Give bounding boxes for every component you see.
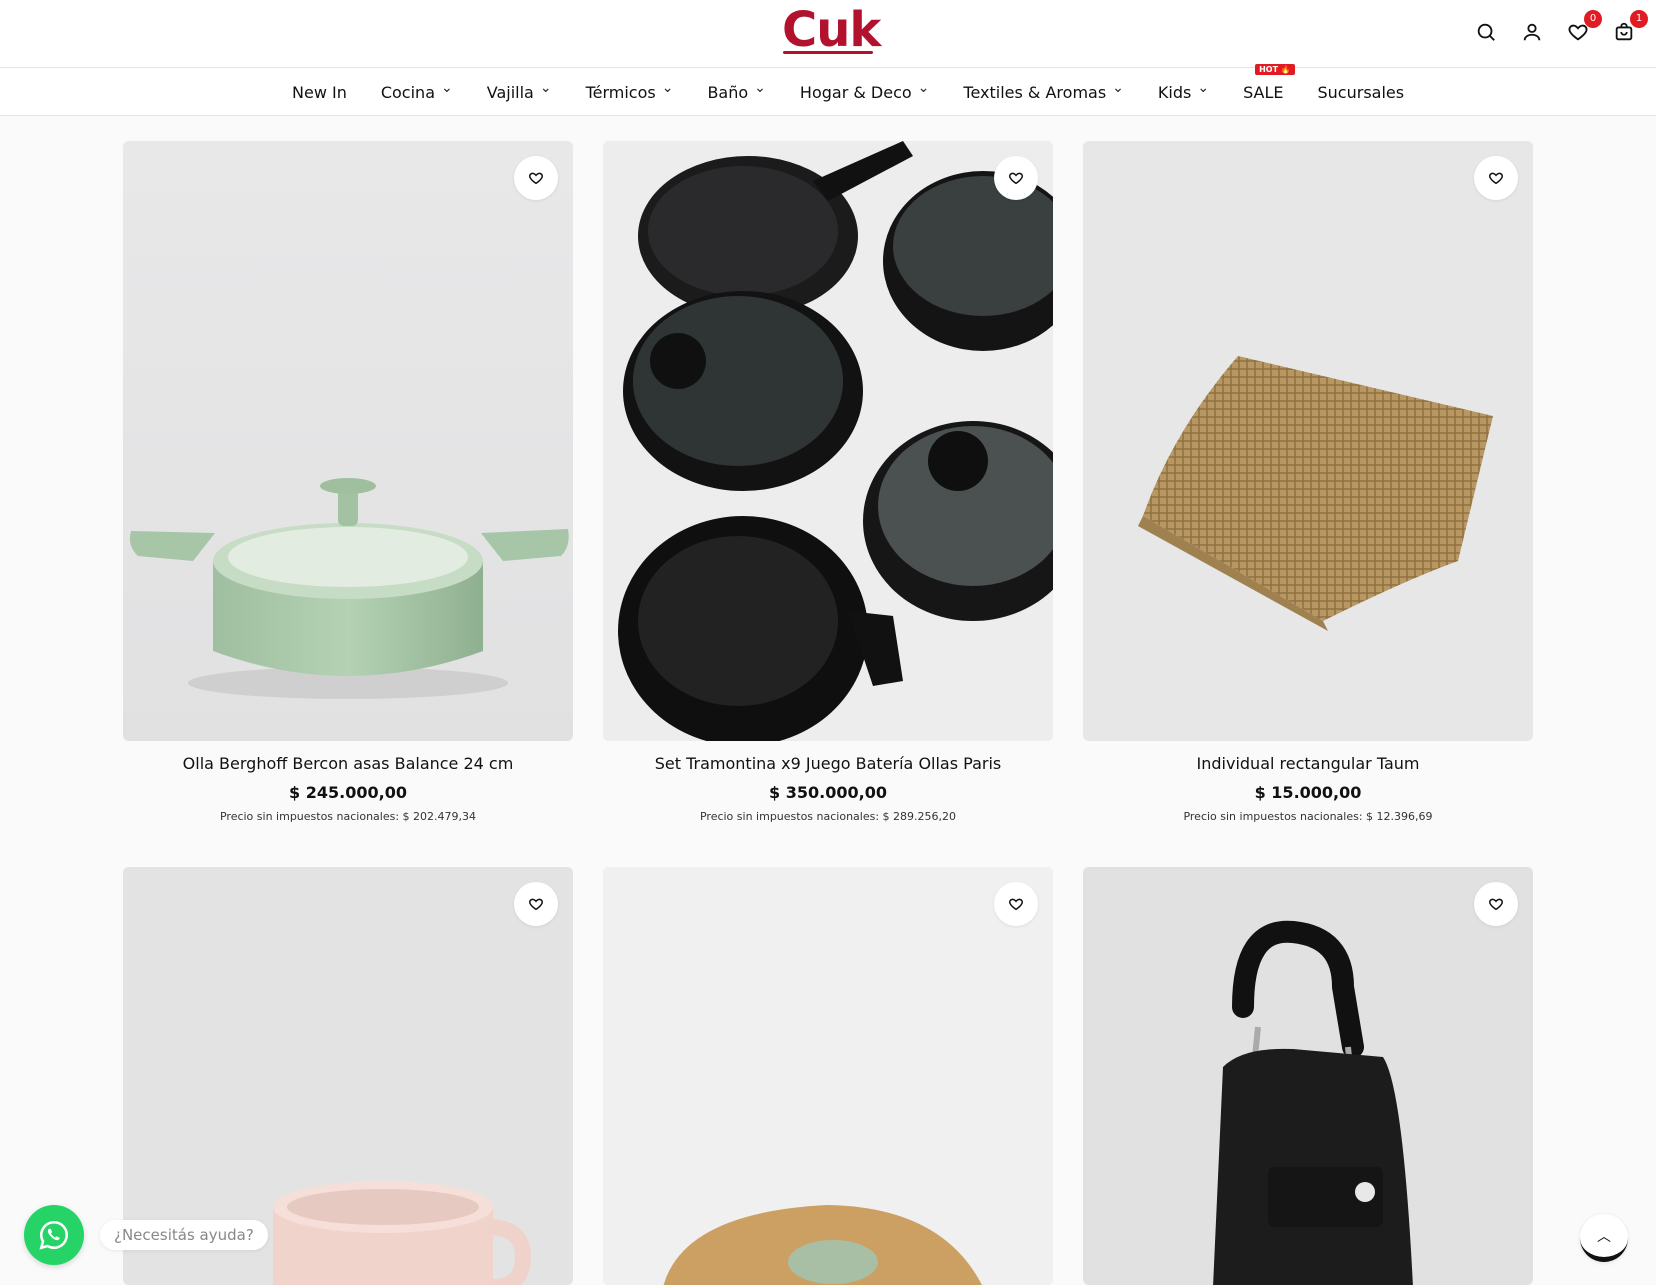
nav-item-label: Textiles & Aromas — [963, 82, 1107, 102]
add-to-wishlist-button[interactable] — [514, 156, 558, 200]
add-to-wishlist-button[interactable] — [994, 882, 1038, 926]
heart-icon — [529, 172, 543, 185]
product-price: $ 15.000,00 — [1254, 783, 1362, 802]
nav-items: New In Cocina ⌄ Vajilla ⌄ Térmicos ⌄ Baño ⌄ Hogar… — [292, 63, 1405, 116]
chevron-down-icon: ⌄ — [661, 80, 674, 96]
nav-item-label: Hogar & Deco — [799, 82, 912, 102]
nav-item-baño[interactable]: Baño ⌄ — [707, 80, 766, 102]
nav-item-vajilla[interactable]: Vajilla ⌄ — [486, 80, 552, 102]
product-title[interactable]: Individual rectangular Taum — [1083, 754, 1533, 773]
nav-item-label: Sucursales — [1317, 82, 1405, 102]
nav-item-label: Baño — [707, 82, 749, 102]
chevron-down-icon: ⌄ — [539, 80, 552, 96]
main-nav: New In Cocina ⌄ Vajilla ⌄ Térmicos ⌄ Baño ⌄ Hogar… — [0, 63, 1656, 116]
add-to-wishlist-button[interactable] — [514, 882, 558, 926]
product-image[interactable] — [123, 141, 573, 741]
nav-item-sale[interactable]: SALE HOT 🔥 — [1243, 63, 1295, 102]
add-to-wishlist-button[interactable] — [1474, 156, 1518, 200]
nav-item-label: Kids — [1157, 82, 1192, 102]
wishlist-count-badge: 0 — [1584, 10, 1602, 28]
heart-icon — [529, 898, 543, 911]
nav-item-label: SALE — [1243, 82, 1284, 102]
product-title[interactable]: Olla Berghoff Bercon asas Balance 24 cm — [123, 754, 573, 773]
nav-item-kids[interactable]: Kids ⌄ — [1157, 80, 1210, 102]
whatsapp-button[interactable] — [24, 1205, 84, 1265]
wishlist-heart-icon[interactable]: 0 — [1564, 10, 1602, 46]
nav-item-cocina[interactable]: Cocina ⌄ — [380, 80, 453, 102]
search-icon[interactable] — [1472, 18, 1500, 46]
cart-count-badge: 1 — [1630, 10, 1648, 28]
heart-icon — [1009, 898, 1023, 911]
double-chevron-up-icon: ︿ — [1597, 1228, 1611, 1245]
nav-item-térmicos[interactable]: Térmicos ⌄ — [585, 80, 674, 102]
chevron-down-icon: ⌄ — [917, 80, 930, 96]
product-price: $ 245.000,00 — [289, 783, 407, 802]
product-image[interactable] — [1083, 867, 1533, 1285]
chevron-down-icon: ⌄ — [441, 80, 453, 96]
product-tax-note: Precio sin impuestos nacionales: $ 12.39… — [1183, 810, 1433, 823]
cart-icon[interactable]: 1 — [1610, 10, 1648, 46]
product-image[interactable] — [603, 867, 1053, 1285]
heart-icon — [1489, 172, 1503, 185]
top-header: Cuk 0 1 — [0, 0, 1656, 68]
nav-item-label: Térmicos — [585, 82, 656, 102]
product-tax-note: Precio sin impuestos nacionales: $ 289.2… — [699, 810, 957, 823]
product-title[interactable]: Set Tramontina x9 Juego Batería Ollas Pa… — [603, 754, 1053, 773]
heart-icon — [1489, 898, 1503, 911]
nav-item-label: Vajilla — [486, 82, 534, 102]
product-price: $ 350.000,00 — [769, 783, 887, 802]
whatsapp-tooltip: ¿Necesitás ayuda? — [100, 1220, 268, 1250]
hot-badge: HOT 🔥 — [1255, 63, 1295, 75]
add-to-wishlist-button[interactable] — [994, 156, 1038, 200]
nav-item-label: Cocina — [380, 82, 435, 102]
back-to-top-button[interactable]: ︿ — [1580, 1214, 1628, 1262]
nav-item-label: New In — [292, 82, 347, 102]
account-icon[interactable] — [1518, 18, 1546, 46]
product-image[interactable] — [1083, 141, 1533, 741]
product-image[interactable] — [603, 141, 1053, 741]
nav-item-hogar-deco[interactable]: Hogar & Deco ⌄ — [799, 80, 930, 102]
product-tax-note: Precio sin impuestos nacionales: $ 202.4… — [219, 810, 477, 823]
logo-underline — [783, 51, 873, 54]
nav-item-new-in[interactable]: New In — [292, 83, 347, 102]
chevron-down-icon: ⌄ — [1197, 80, 1210, 96]
chevron-down-icon: ⌄ — [1112, 80, 1124, 96]
chevron-down-icon: ⌄ — [754, 80, 766, 96]
header-icons: 0 1 — [1472, 10, 1648, 48]
nav-item-sucursales[interactable]: Sucursales — [1318, 83, 1405, 102]
add-to-wishlist-button[interactable] — [1474, 882, 1518, 926]
nav-item-textiles-aromas[interactable]: Textiles & Aromas ⌄ — [963, 80, 1124, 102]
heart-icon — [1009, 172, 1023, 185]
logo[interactable]: Cuk — [782, 2, 881, 58]
